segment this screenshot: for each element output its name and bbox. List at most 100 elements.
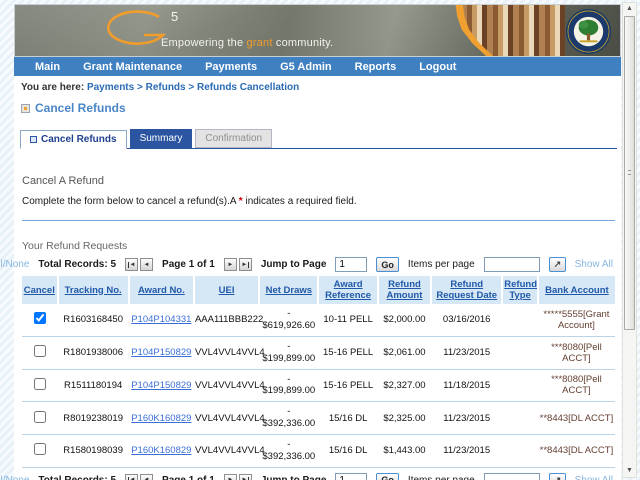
net-draws-cell: - $392,336.00 bbox=[259, 401, 319, 435]
items-per-page-go-button[interactable]: ↗ bbox=[548, 472, 566, 480]
breadcrumb-prefix: You are here: bbox=[21, 82, 87, 93]
refund-type-cell bbox=[502, 304, 538, 337]
breadcrumb-path[interactable]: Payments > Refunds > Refunds Cancellatio… bbox=[87, 82, 299, 93]
select-none-link[interactable]: None bbox=[6, 259, 30, 270]
jump-to-page-label: Jump to Page bbox=[261, 475, 327, 480]
scroll-down-icon[interactable]: ▼ bbox=[623, 466, 636, 476]
refund-amount-cell: $2,325.00 bbox=[377, 401, 432, 435]
net-draws-cell: - $619,926.60 bbox=[259, 304, 319, 337]
tracking-no-cell: R1801938006 bbox=[57, 336, 129, 370]
page-title: Cancel Refunds bbox=[35, 101, 126, 115]
column-header-uei[interactable]: UEI bbox=[192, 276, 260, 304]
department-of-education-seal bbox=[565, 8, 612, 55]
row-checkbox[interactable] bbox=[33, 345, 46, 358]
column-header-tracking-no[interactable]: Tracking No. bbox=[56, 276, 129, 304]
tab-summary[interactable]: Summary bbox=[129, 129, 193, 148]
prev-page-button[interactable]: ◄ bbox=[140, 473, 154, 480]
nav-item-logout[interactable]: Logout bbox=[419, 61, 456, 73]
show-all-link[interactable]: Show All bbox=[575, 475, 613, 480]
page-content: 5 Empowering the grant community. Main G… bbox=[0, 4, 621, 480]
next-page-button[interactable]: ► bbox=[223, 473, 237, 480]
award-no-link[interactable]: P104P150829 bbox=[131, 347, 191, 358]
award-no-link[interactable]: P160K160829 bbox=[131, 445, 191, 456]
table-row: R8019238019 P160K160829 VVL4VVL4VVL4 - $… bbox=[22, 401, 615, 435]
banner: 5 Empowering the grant community. bbox=[14, 4, 621, 57]
page-indicator: Page 1 of 1 bbox=[162, 259, 215, 270]
first-page-bar-icon bbox=[127, 261, 129, 268]
award-no-link[interactable]: P160K160829 bbox=[131, 413, 191, 424]
column-header-refund-amount[interactable]: Refund Amount bbox=[376, 276, 432, 304]
column-header-refund-request-date[interactable]: Refund Request Date bbox=[430, 276, 503, 304]
tab-cancel-refunds-icon bbox=[30, 136, 37, 143]
row-checkbox[interactable] bbox=[33, 312, 46, 325]
jump-to-page-input[interactable] bbox=[335, 472, 368, 480]
tagline-prefix: Empowering the bbox=[161, 37, 247, 49]
row-checkbox[interactable] bbox=[33, 377, 46, 390]
refund-type-cell bbox=[502, 401, 538, 435]
column-header-bank-account[interactable]: Bank Account bbox=[536, 276, 615, 304]
nav-item-grant-maintenance[interactable]: Grant Maintenance bbox=[83, 61, 182, 73]
scrollbar-thumb[interactable] bbox=[624, 16, 635, 330]
refund-request-date-cell: 03/16/2016 bbox=[431, 304, 503, 337]
refund-request-date-cell: 11/23/2015 bbox=[431, 401, 503, 435]
page-nav-buttons: ◄ ◄ bbox=[125, 473, 154, 480]
items-per-page-go-button[interactable]: ↗ bbox=[548, 257, 566, 272]
items-per-page-input[interactable] bbox=[483, 257, 540, 272]
section-heading: Cancel A Refund bbox=[22, 175, 104, 187]
nav-item-g5-admin[interactable]: G5 Admin bbox=[280, 61, 332, 73]
prev-page-button[interactable]: ◄ bbox=[140, 258, 154, 271]
last-page-button[interactable]: ► bbox=[238, 473, 252, 480]
bank-account-cell: **8443[DL ACCT] bbox=[537, 401, 615, 435]
column-header-refund-type[interactable]: Refund Type bbox=[501, 276, 538, 304]
last-page-button[interactable]: ► bbox=[238, 258, 252, 271]
next-page-icon: ► bbox=[227, 261, 234, 268]
tagline-highlight: grant bbox=[246, 37, 273, 49]
refund-amount-cell: $1,443.00 bbox=[377, 434, 432, 468]
nav-item-reports[interactable]: Reports bbox=[355, 61, 397, 73]
items-per-page-input[interactable] bbox=[483, 472, 540, 480]
uei-cell: VVL4VVL4VVL4 bbox=[193, 336, 265, 370]
next-page-button[interactable]: ► bbox=[223, 258, 237, 271]
pager-bottom: SelectAll/None Total Records: 5 ◄ ◄ Page… bbox=[0, 472, 613, 480]
banner-tagline: Empowering the grant community. bbox=[161, 37, 333, 49]
column-header-award-no[interactable]: Award No. bbox=[127, 276, 194, 304]
refund-requests-table: Cancel Tracking No. Award No. UEI Net Dr… bbox=[22, 276, 615, 468]
tracking-no-cell: R1580198039 bbox=[57, 434, 129, 468]
first-page-button[interactable]: ◄ bbox=[125, 473, 139, 480]
go-button[interactable]: Go bbox=[376, 472, 399, 480]
net-draws-cell: - $199,899.00 bbox=[259, 369, 319, 403]
table-row: R1511180194 P104P150829 VVL4VVL4VVL4 - $… bbox=[22, 369, 615, 403]
award-reference-cell: 15-16 PELL bbox=[318, 336, 378, 370]
table-row: R1580198039 P160K160829 VVL4VVL4VVL4 - $… bbox=[22, 434, 615, 468]
column-header-cancel[interactable]: Cancel bbox=[22, 276, 58, 304]
row-checkbox[interactable] bbox=[33, 443, 46, 456]
tagline-suffix: community. bbox=[272, 37, 334, 49]
cancel-refund-section: Cancel A Refund Complete the form below … bbox=[0, 175, 621, 480]
pager-top: SelectAll/None Total Records: 5 ◄ ◄ Page… bbox=[0, 257, 613, 272]
items-per-page-arrow-icon: ↗ bbox=[553, 474, 562, 480]
refund-amount-cell: $2,061.00 bbox=[377, 336, 432, 370]
first-page-button[interactable]: ◄ bbox=[125, 258, 139, 271]
nav-item-main[interactable]: Main bbox=[35, 61, 60, 73]
vertical-scrollbar[interactable]: ▲ ▼ bbox=[622, 2, 637, 478]
go-button[interactable]: Go bbox=[376, 257, 399, 272]
award-no-link[interactable]: P104P104331 bbox=[131, 314, 191, 325]
breadcrumb: You are here: Payments > Refunds > Refun… bbox=[14, 76, 621, 93]
row-checkbox[interactable] bbox=[33, 410, 46, 423]
refund-amount-cell: $2,000.00 bbox=[377, 304, 432, 337]
tab-cancel-refunds[interactable]: Cancel Refunds bbox=[20, 130, 127, 149]
scroll-up-icon[interactable]: ▲ bbox=[623, 4, 636, 14]
nav-item-payments[interactable]: Payments bbox=[205, 61, 257, 73]
jump-to-page-input[interactable] bbox=[335, 257, 368, 272]
g5-logo-5: 5 bbox=[171, 9, 179, 24]
bank-account-cell: *****5555[Grant Account] bbox=[537, 304, 615, 337]
select-none-link[interactable]: None bbox=[6, 475, 30, 480]
award-no-link[interactable]: P104P150829 bbox=[131, 380, 191, 391]
page-title-icon bbox=[21, 103, 30, 113]
form-instruction: Complete the form below to cancel a refu… bbox=[22, 196, 615, 207]
column-header-award-reference[interactable]: Award Reference bbox=[317, 276, 378, 304]
refund-type-cell bbox=[502, 434, 538, 468]
show-all-link[interactable]: Show All bbox=[575, 259, 613, 270]
column-header-net-draws[interactable]: Net Draws bbox=[258, 276, 319, 304]
page-nav-buttons: ◄ ◄ bbox=[125, 258, 154, 271]
